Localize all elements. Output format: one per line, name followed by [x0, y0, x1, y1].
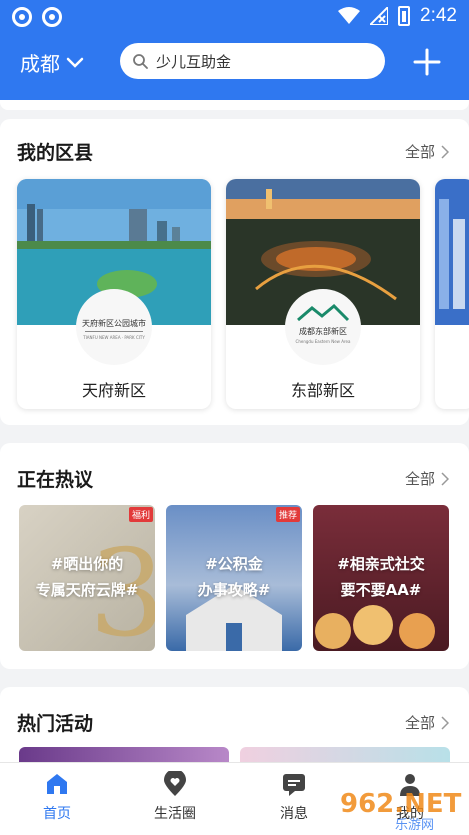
district-photo [435, 179, 469, 325]
city-label: 成都 [20, 52, 60, 76]
previous-section-edge [0, 100, 469, 110]
hot-topics-all-link[interactable]: 全部 [405, 468, 449, 489]
svg-text:TIANFU NEW AREA · PARK CITY: TIANFU NEW AREA · PARK CITY [82, 335, 145, 340]
activities-title: 热门活动 [17, 713, 94, 735]
topic-card[interactable]: 推荐 #公积金 办事攻略# [166, 505, 302, 651]
district-card-tianfu[interactable]: 天府新区公园城市 TIANFU NEW AREA · PARK CITY 天府新… [17, 179, 211, 409]
svg-text:乐游网: 乐游网 [395, 818, 434, 832]
district-name: 天府新区 [81, 381, 146, 400]
hot-topics-title: 正在热议 [17, 469, 94, 491]
nav-label: 消息 [280, 806, 308, 822]
wifi-icon [338, 7, 361, 24]
all-label: 全部 [404, 143, 435, 161]
notification-app-icon [12, 7, 32, 27]
site-watermark-logo: 962.NET 乐游网 [340, 789, 462, 832]
status-bar: 2:42 [0, 0, 469, 34]
topic-title: #相亲式社交 要不要AA# [337, 555, 425, 599]
all-label: 全部 [404, 714, 435, 732]
topic-tag: 福利 [128, 507, 153, 522]
dongbu-logo-icon: 成都东部新区 Chengdu Eastern New Area [296, 304, 351, 344]
city-selector[interactable]: 成都 [20, 48, 84, 77]
hot-topics-section: 正在热议 全部 3 福利 #晒出你的 专属天府云牌# 推荐 #公积金 办事攻略#… [0, 443, 469, 669]
districts-title: 我的区县 [17, 142, 94, 164]
svg-text:天府新区公园城市: 天府新区公园城市 [82, 318, 146, 328]
notification-app-icon [42, 7, 62, 27]
add-icon[interactable] [412, 47, 442, 77]
district-card-partial[interactable] [435, 179, 469, 409]
chevron-right-icon [441, 471, 449, 486]
districts-section: 我的区县 全部 天府新区公园城市 TIANFU NEW AREA · PARK … [0, 119, 469, 425]
district-logo: 成都东部新区 Chengdu Eastern New Area [285, 289, 361, 365]
search-bar[interactable]: 少儿互助金 [120, 43, 385, 79]
topic-card[interactable]: 3 福利 #晒出你的 专属天府云牌# [19, 505, 155, 651]
svg-text:成都东部新区: 成都东部新区 [299, 326, 347, 336]
all-label: 全部 [404, 470, 435, 488]
topic-tag: 推荐 [275, 507, 300, 522]
signal-icon [370, 7, 389, 25]
district-logo: 天府新区公园城市 TIANFU NEW AREA · PARK CITY [76, 289, 152, 365]
topic-title: #晒出你的 专属天府云牌# [35, 555, 139, 599]
chevron-right-icon [441, 144, 449, 159]
battery-icon [398, 6, 411, 26]
message-icon [283, 774, 305, 796]
nav-label: 首页 [43, 806, 71, 822]
app-header: 2:42 成都 少儿互助金 [0, 0, 469, 100]
activities-all-link[interactable]: 全部 [405, 712, 449, 733]
tianfu-logo-icon: 天府新区公园城市 TIANFU NEW AREA · PARK CITY [82, 318, 146, 340]
district-name: 东部新区 [290, 381, 355, 400]
svg-text:962.NET: 962.NET [340, 789, 462, 819]
district-card-dongbu[interactable]: 成都东部新区 Chengdu Eastern New Area 东部新区 [226, 179, 420, 409]
districts-all-link[interactable]: 全部 [405, 141, 449, 162]
search-icon [133, 54, 148, 69]
location-heart-icon [164, 771, 186, 796]
status-time: 2:42 [420, 5, 457, 26]
svg-text:Chengdu Eastern New Area: Chengdu Eastern New Area [296, 339, 351, 344]
chevron-down-icon [66, 57, 84, 68]
nav-item-messages[interactable]: 消息 [254, 771, 334, 823]
search-placeholder: 少儿互助金 [156, 52, 232, 71]
topic-title: #公积金 办事攻略# [197, 555, 271, 599]
nav-item-home[interactable]: 首页 [17, 771, 97, 823]
topic-card[interactable]: #相亲式社交 要不要AA# [313, 505, 449, 651]
nav-item-life[interactable]: 生活圈 [135, 771, 215, 823]
home-icon [47, 774, 67, 794]
chevron-right-icon [441, 715, 449, 730]
nav-label: 生活圈 [154, 806, 196, 822]
